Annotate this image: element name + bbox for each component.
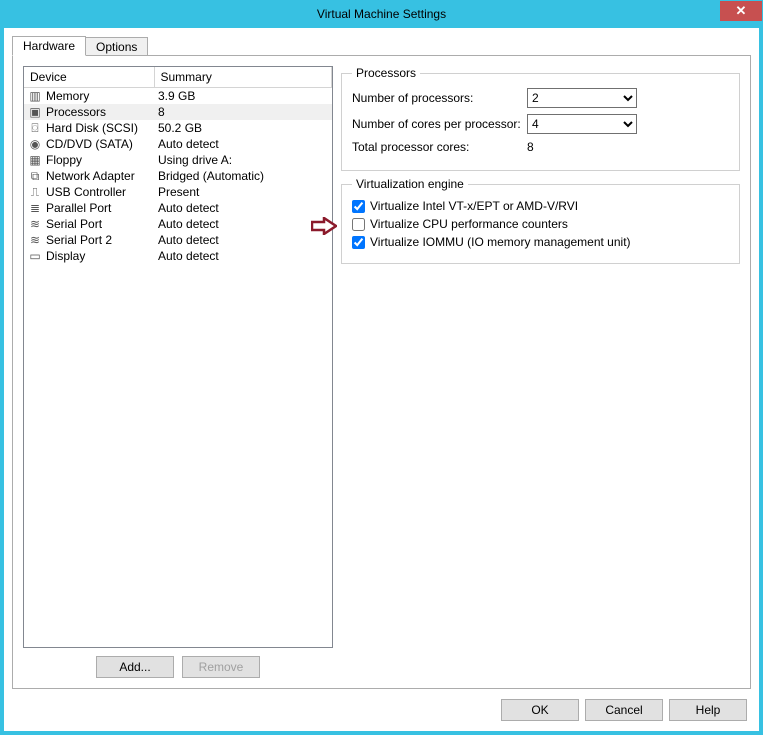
device-name: Display — [46, 249, 85, 263]
device-summary: Auto detect — [154, 232, 332, 248]
device-name: Serial Port — [46, 217, 102, 231]
cores-label: Number of cores per processor: — [352, 117, 527, 131]
tab-content: Device Summary ▥ Memory 3.9 GB ▣ Processors 8… — [12, 55, 751, 689]
cores-select[interactable]: 4 — [527, 114, 637, 134]
memory-icon: ▥ — [28, 89, 42, 103]
table-row[interactable]: ⧉ Network Adapter Bridged (Automatic) — [24, 168, 332, 184]
table-row[interactable]: ⌼ Hard Disk (SCSI) 50.2 GB — [24, 120, 332, 136]
total-cores-label: Total processor cores: — [352, 140, 527, 154]
cancel-button[interactable]: Cancel — [585, 699, 663, 721]
detail-pane: Processors Number of processors: 2 Numbe… — [341, 66, 740, 678]
device-summary: Auto detect — [154, 248, 332, 264]
table-row[interactable]: ≣ Parallel Port Auto detect — [24, 200, 332, 216]
serial-icon: ≋ — [28, 217, 42, 231]
device-name: Network Adapter — [46, 169, 135, 183]
dialog-footer: OK Cancel Help — [12, 689, 751, 723]
table-row[interactable]: ◉ CD/DVD (SATA) Auto detect — [24, 136, 332, 152]
total-cores-value: 8 — [527, 140, 534, 154]
virt-wrap: Virtualization engine Virtualize Intel V… — [341, 177, 740, 264]
perf-checkbox[interactable] — [352, 218, 365, 231]
net-icon: ⧉ — [28, 169, 42, 183]
tab-hardware[interactable]: Hardware — [12, 36, 86, 56]
tab-options[interactable]: Options — [85, 37, 148, 56]
remove-button[interactable]: Remove — [182, 656, 260, 678]
ok-button[interactable]: OK — [501, 699, 579, 721]
table-row[interactable]: ≋ Serial Port 2 Auto detect — [24, 232, 332, 248]
floppy-icon: ▦ — [28, 153, 42, 167]
table-row[interactable]: ⎍ USB Controller Present — [24, 184, 332, 200]
table-row[interactable]: ≋ Serial Port Auto detect — [24, 216, 332, 232]
device-name: Floppy — [46, 153, 82, 167]
device-buttons: Add... Remove — [23, 648, 333, 678]
col-summary[interactable]: Summary — [154, 67, 332, 88]
add-button[interactable]: Add... — [96, 656, 174, 678]
close-button[interactable]: ✕ — [720, 1, 762, 21]
device-name: Parallel Port — [46, 201, 111, 215]
vt-checkbox[interactable] — [352, 200, 365, 213]
usb-icon: ⎍ — [28, 185, 42, 199]
processors-legend: Processors — [352, 66, 420, 80]
window-title: Virtual Machine Settings — [317, 7, 446, 21]
serial-icon: ≋ — [28, 233, 42, 247]
parallel-icon: ≣ — [28, 201, 42, 215]
device-table[interactable]: Device Summary ▥ Memory 3.9 GB ▣ Processors 8… — [23, 66, 333, 648]
device-list-pane: Device Summary ▥ Memory 3.9 GB ▣ Processors 8… — [23, 66, 333, 678]
device-name: USB Controller — [46, 185, 126, 199]
device-summary: 3.9 GB — [154, 88, 332, 105]
device-name: Serial Port 2 — [46, 233, 112, 247]
iommu-checkbox[interactable] — [352, 236, 365, 249]
device-name: Hard Disk (SCSI) — [46, 121, 138, 135]
num-proc-select[interactable]: 2 — [527, 88, 637, 108]
device-name: Memory — [46, 89, 89, 103]
device-summary: 50.2 GB — [154, 120, 332, 136]
help-button[interactable]: Help — [669, 699, 747, 721]
num-proc-label: Number of processors: — [352, 91, 527, 105]
cd-icon: ◉ — [28, 137, 42, 151]
vt-label[interactable]: Virtualize Intel VT-x/EPT or AMD-V/RVI — [370, 199, 578, 213]
col-device[interactable]: Device — [24, 67, 154, 88]
device-summary: Using drive A: — [154, 152, 332, 168]
device-name: Processors — [46, 105, 106, 119]
disk-icon: ⌼ — [28, 121, 42, 135]
titlebar: Virtual Machine Settings ✕ — [0, 0, 763, 28]
processors-group: Processors Number of processors: 2 Numbe… — [341, 66, 740, 171]
device-name: CD/DVD (SATA) — [46, 137, 133, 151]
window-body: Hardware Options Device Summary ▥ Memory 3… — [0, 28, 763, 735]
device-summary: 8 — [154, 104, 332, 120]
device-summary: Auto detect — [154, 216, 332, 232]
table-row[interactable]: ▭ Display Auto detect — [24, 248, 332, 264]
device-summary: Auto detect — [154, 136, 332, 152]
device-summary: Present — [154, 184, 332, 200]
table-row[interactable]: ▥ Memory 3.9 GB — [24, 88, 332, 105]
device-summary: Bridged (Automatic) — [154, 168, 332, 184]
tabstrip: Hardware Options — [12, 36, 751, 56]
perf-label[interactable]: Virtualize CPU performance counters — [370, 217, 568, 231]
table-row[interactable]: ▦ Floppy Using drive A: — [24, 152, 332, 168]
virtualization-group: Virtualization engine Virtualize Intel V… — [341, 177, 740, 264]
device-summary: Auto detect — [154, 200, 332, 216]
cpu-icon: ▣ — [28, 105, 42, 119]
iommu-label[interactable]: Virtualize IOMMU (IO memory management u… — [370, 235, 631, 249]
virt-legend: Virtualization engine — [352, 177, 468, 191]
table-row[interactable]: ▣ Processors 8 — [24, 104, 332, 120]
display-icon: ▭ — [28, 249, 42, 263]
